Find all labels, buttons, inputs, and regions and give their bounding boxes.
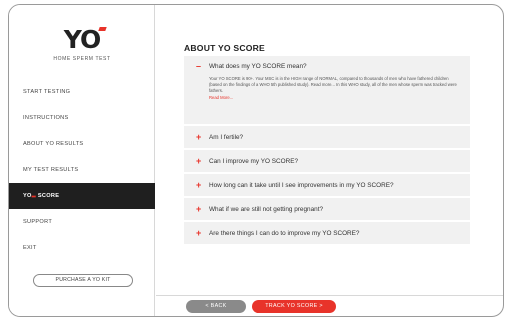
read-more-link[interactable]: Read More... — [209, 95, 458, 100]
sidebar-item-exit[interactable]: EXIT — [9, 235, 155, 261]
main-content: ABOUT YO SCORE – What does my YO SCORE m… — [156, 5, 503, 316]
sidebar-item-instructions[interactable]: INSTRUCTIONS — [9, 105, 155, 131]
sidebar-nav: START TESTING INSTRUCTIONS ABOUT YO RESU… — [9, 79, 155, 261]
faq-question: How long can it take until I see improve… — [209, 181, 394, 189]
sidebar-item-about-yo-results[interactable]: ABOUT YO RESULTS — [9, 131, 155, 157]
sidebar-item-my-test-results[interactable]: MY TEST RESULTS — [9, 157, 155, 183]
faq-item[interactable]: + What if we are still not getting pregn… — [184, 198, 470, 222]
logo-subtitle: HOME SPERM TEST — [53, 56, 111, 62]
sidebar-item-label-prefix: YO — [23, 193, 32, 199]
faq-item-expanded[interactable]: – What does my YO SCORE mean? Your YO SC… — [184, 56, 470, 126]
track-yo-score-button[interactable]: TRACK YO SCORE > — [252, 300, 336, 313]
faq-accordion: – What does my YO SCORE mean? Your YO SC… — [184, 56, 470, 246]
logo-accent-mini-icon: ▂ — [31, 191, 36, 198]
minus-icon[interactable]: – — [196, 62, 209, 71]
plus-icon[interactable]: + — [196, 204, 209, 214]
sidebar-item-support[interactable]: SUPPORT — [9, 209, 155, 235]
logo-text: YO — [63, 25, 101, 54]
plus-icon[interactable]: + — [196, 132, 209, 142]
logo: YO HOME SPERM TEST — [9, 27, 155, 62]
faq-question: Are there things I can do to improve my … — [209, 229, 360, 237]
faq-item[interactable]: + How long can it take until I see impro… — [184, 174, 470, 198]
footer-divider — [156, 295, 503, 296]
sidebar-item-label: START TESTING — [23, 89, 71, 95]
faq-question: What if we are still not getting pregnan… — [209, 205, 324, 213]
sidebar-item-label-suffix: SCORE — [37, 193, 60, 199]
faq-question-row[interactable]: – What does my YO SCORE mean? — [196, 62, 458, 71]
logo-mark: YO — [63, 25, 107, 54]
sidebar: YO HOME SPERM TEST START TESTING INSTRUC… — [9, 5, 155, 316]
logo-accent-icon — [98, 27, 107, 31]
sidebar-item-label: INSTRUCTIONS — [23, 115, 69, 121]
faq-answer: Your YO SCORE is 90+. Your MSC is in the… — [209, 76, 457, 94]
faq-question: What does my YO SCORE mean? — [209, 62, 307, 70]
back-button[interactable]: < BACK — [186, 300, 246, 313]
sidebar-item-yo-score[interactable]: YO ▂ SCORE — [9, 183, 155, 209]
sidebar-item-label: EXIT — [23, 245, 37, 251]
sidebar-item-label: ABOUT YO RESULTS — [23, 141, 84, 147]
page-title: ABOUT YO SCORE — [184, 43, 265, 53]
sidebar-item-label: SUPPORT — [23, 219, 53, 225]
plus-icon[interactable]: + — [196, 180, 209, 190]
plus-icon[interactable]: + — [196, 228, 209, 238]
sidebar-item-label: MY TEST RESULTS — [23, 167, 79, 173]
sidebar-item-start-testing[interactable]: START TESTING — [9, 79, 155, 105]
app-window: YO HOME SPERM TEST START TESTING INSTRUC… — [8, 4, 504, 317]
faq-question: Can I improve my YO SCORE? — [209, 157, 299, 165]
faq-item[interactable]: + Can I improve my YO SCORE? — [184, 150, 470, 174]
faq-item[interactable]: + Am I fertile? — [184, 126, 470, 150]
purchase-kit-button[interactable]: PURCHASE A YO KIT — [33, 274, 133, 287]
faq-item[interactable]: + Are there things I can do to improve m… — [184, 222, 470, 246]
faq-question: Am I fertile? — [209, 133, 244, 141]
plus-icon[interactable]: + — [196, 156, 209, 166]
